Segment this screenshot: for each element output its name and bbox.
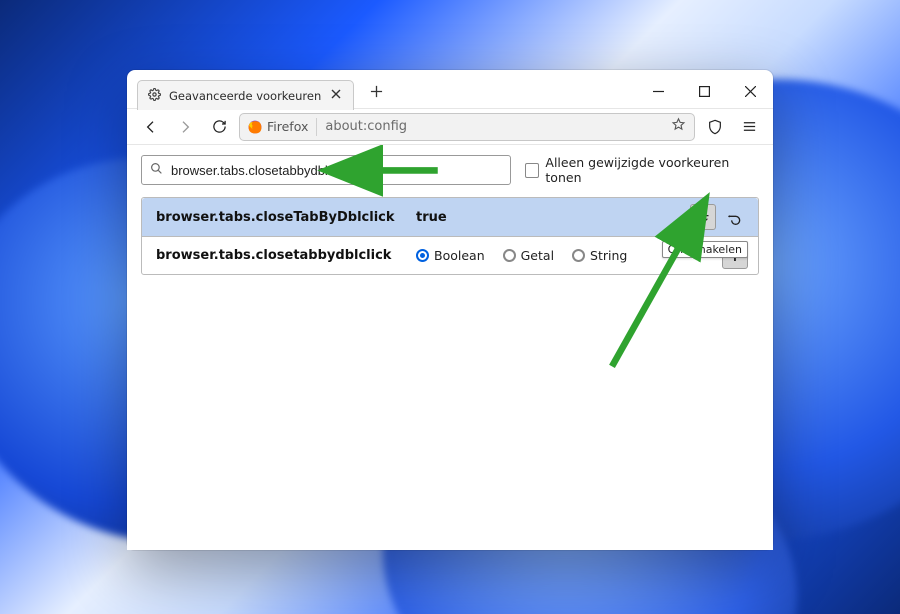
toggle-button[interactable] xyxy=(690,204,716,230)
radio-label: Getal xyxy=(521,248,554,263)
only-modified-checkbox[interactable]: Alleen gewijzigde voorkeuren tonen xyxy=(525,155,759,185)
maximize-button[interactable] xyxy=(681,75,727,107)
pref-name: browser.tabs.closetabbydblclick xyxy=(156,248,406,263)
radio-label: String xyxy=(590,248,627,263)
pref-search-box[interactable] xyxy=(141,155,511,185)
browser-window: Geavanceerde voorkeuren Firefox xyxy=(127,70,773,550)
radio-boolean[interactable]: Boolean xyxy=(416,248,485,263)
radio-label: Boolean xyxy=(434,248,485,263)
tab-title: Geavanceerde voorkeuren xyxy=(169,89,321,103)
forward-button[interactable] xyxy=(171,113,199,141)
minimize-button[interactable] xyxy=(635,75,681,107)
radio-string[interactable]: String xyxy=(572,248,627,263)
pref-actions xyxy=(690,204,748,230)
titlebar: Geavanceerde voorkeuren xyxy=(127,70,773,108)
urlbar-identity: Firefox xyxy=(248,119,308,134)
urlbar-separator xyxy=(316,118,317,136)
toggle-tooltip: Omschakelen xyxy=(662,241,748,258)
close-button[interactable] xyxy=(727,75,773,107)
nav-toolbar: Firefox about:config xyxy=(127,108,773,144)
hamburger-menu-button[interactable] xyxy=(735,113,763,141)
pref-name: browser.tabs.closeTabByDblclick xyxy=(156,210,406,225)
urlbar-address: about:config xyxy=(325,119,407,134)
pref-list: browser.tabs.closeTabByDblclick true bro… xyxy=(141,197,759,275)
gear-icon xyxy=(148,88,161,104)
search-icon xyxy=(150,162,163,179)
radio-number[interactable]: Getal xyxy=(503,248,554,263)
back-button[interactable] xyxy=(137,113,165,141)
url-bar[interactable]: Firefox about:config xyxy=(239,113,695,141)
page-content: Alleen gewijzigde voorkeuren tonen brows… xyxy=(127,144,773,550)
reset-button[interactable] xyxy=(722,204,748,230)
pref-row-modified: browser.tabs.closeTabByDblclick true xyxy=(142,198,758,236)
urlbar-brand-label: Firefox xyxy=(267,119,308,134)
firefox-icon xyxy=(248,120,262,134)
radio-icon xyxy=(503,249,516,262)
pref-value: true xyxy=(416,210,680,225)
window-controls xyxy=(635,75,773,107)
radio-icon xyxy=(572,249,585,262)
browser-tab[interactable]: Geavanceerde voorkeuren xyxy=(137,80,354,110)
new-tab-button[interactable] xyxy=(362,77,390,105)
checkbox-icon xyxy=(525,163,539,178)
pref-search-input[interactable] xyxy=(171,163,502,178)
reload-button[interactable] xyxy=(205,113,233,141)
bookmark-star-button[interactable] xyxy=(671,117,686,136)
tab-close-button[interactable] xyxy=(329,87,343,104)
radio-icon xyxy=(416,249,429,262)
search-row: Alleen gewijzigde voorkeuren tonen xyxy=(141,155,759,185)
only-modified-label: Alleen gewijzigde voorkeuren tonen xyxy=(545,155,759,185)
shield-button[interactable] xyxy=(701,113,729,141)
